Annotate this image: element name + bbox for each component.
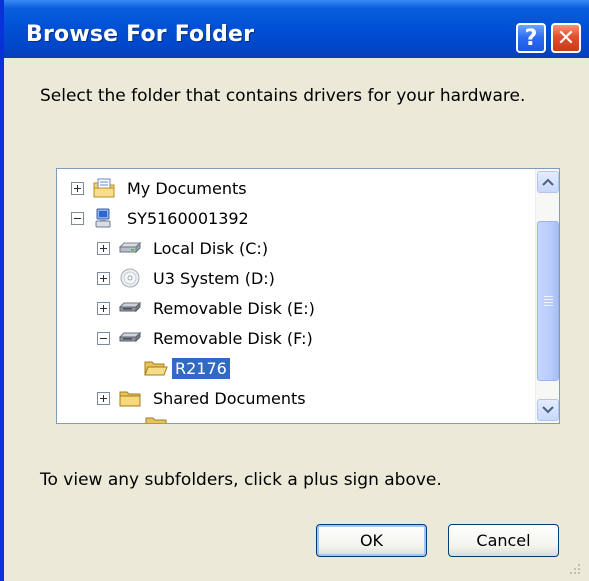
chevron-up-icon bbox=[542, 178, 554, 186]
scroll-thumb[interactable] bbox=[537, 221, 559, 381]
scroll-down-button[interactable] bbox=[537, 399, 559, 421]
tree-item-local-disk-c[interactable]: Local Disk (C:) bbox=[97, 233, 271, 263]
expand-icon[interactable] bbox=[97, 271, 110, 285]
resize-grip-icon[interactable] bbox=[567, 561, 581, 575]
vertical-scrollbar[interactable] bbox=[535, 169, 559, 423]
tree-item-label: R2176 bbox=[172, 357, 230, 379]
expand-icon[interactable] bbox=[71, 181, 84, 195]
expand-icon[interactable] bbox=[97, 301, 110, 315]
hint-text: To view any subfolders, click a plus sig… bbox=[40, 470, 442, 490]
thumb-grip bbox=[544, 299, 553, 300]
tree-item-shared-documents[interactable]: Shared Documents bbox=[97, 383, 309, 413]
help-icon: ? bbox=[524, 25, 538, 51]
collapse-icon[interactable] bbox=[97, 331, 110, 345]
folder-icon bbox=[119, 391, 141, 407]
tree-item-removable-disk-f[interactable]: Removable Disk (F:) bbox=[97, 323, 316, 353]
dialog-title: Browse For Folder bbox=[26, 22, 255, 47]
folder-icon bbox=[145, 417, 167, 423]
cancel-button[interactable]: Cancel bbox=[448, 524, 559, 557]
tree-item-label: Shared Documents bbox=[153, 388, 306, 408]
thumb-grip bbox=[544, 296, 553, 297]
collapse-icon[interactable] bbox=[71, 211, 84, 225]
tree-item-label: U3 System (D:) bbox=[153, 268, 275, 288]
tree-item-u3-system-d[interactable]: U3 System (D:) bbox=[97, 263, 278, 293]
ok-button[interactable]: OK bbox=[316, 524, 427, 557]
cd-drive-icon bbox=[120, 268, 140, 288]
documents-folder-icon bbox=[93, 178, 115, 198]
browse-for-folder-dialog: Browse For Folder ? ✕ Select the folder … bbox=[0, 0, 589, 581]
tree-item-r2176[interactable]: R2176 bbox=[144, 353, 230, 383]
tree-item-label: My Documents bbox=[127, 178, 247, 198]
scroll-up-button[interactable] bbox=[537, 171, 559, 193]
title-bar[interactable]: Browse For Folder ? ✕ bbox=[4, 0, 589, 58]
help-button[interactable]: ? bbox=[516, 23, 546, 53]
close-icon: ✕ bbox=[556, 25, 576, 51]
hard-disk-icon bbox=[118, 241, 142, 254]
computer-icon bbox=[95, 208, 111, 228]
removable-disk-icon bbox=[118, 331, 142, 343]
tree-item-computer[interactable]: SY5160001392 bbox=[71, 203, 252, 233]
tree-item-label: Removable Disk (E:) bbox=[153, 298, 315, 318]
folder-tree[interactable]: My Documents SY5160001392 Local Disk (C:… bbox=[56, 168, 560, 424]
expand-icon[interactable] bbox=[97, 391, 110, 405]
tree-item-label: SY5160001392 bbox=[127, 208, 249, 228]
expand-icon[interactable] bbox=[97, 241, 110, 255]
removable-disk-icon bbox=[118, 301, 142, 313]
tree-item-label: Removable Disk (F:) bbox=[153, 328, 313, 348]
tree-item-removable-disk-e[interactable]: Removable Disk (E:) bbox=[97, 293, 318, 323]
open-folder-icon bbox=[144, 361, 168, 376]
close-button[interactable]: ✕ bbox=[551, 23, 581, 53]
instruction-text: Select the folder that contains drivers … bbox=[40, 86, 526, 106]
tree-item-my-documents[interactable]: My Documents bbox=[71, 173, 250, 203]
thumb-grip bbox=[544, 305, 553, 306]
chevron-down-icon bbox=[542, 406, 554, 414]
thumb-grip bbox=[544, 302, 553, 303]
tree-item-label: Local Disk (C:) bbox=[153, 238, 269, 258]
